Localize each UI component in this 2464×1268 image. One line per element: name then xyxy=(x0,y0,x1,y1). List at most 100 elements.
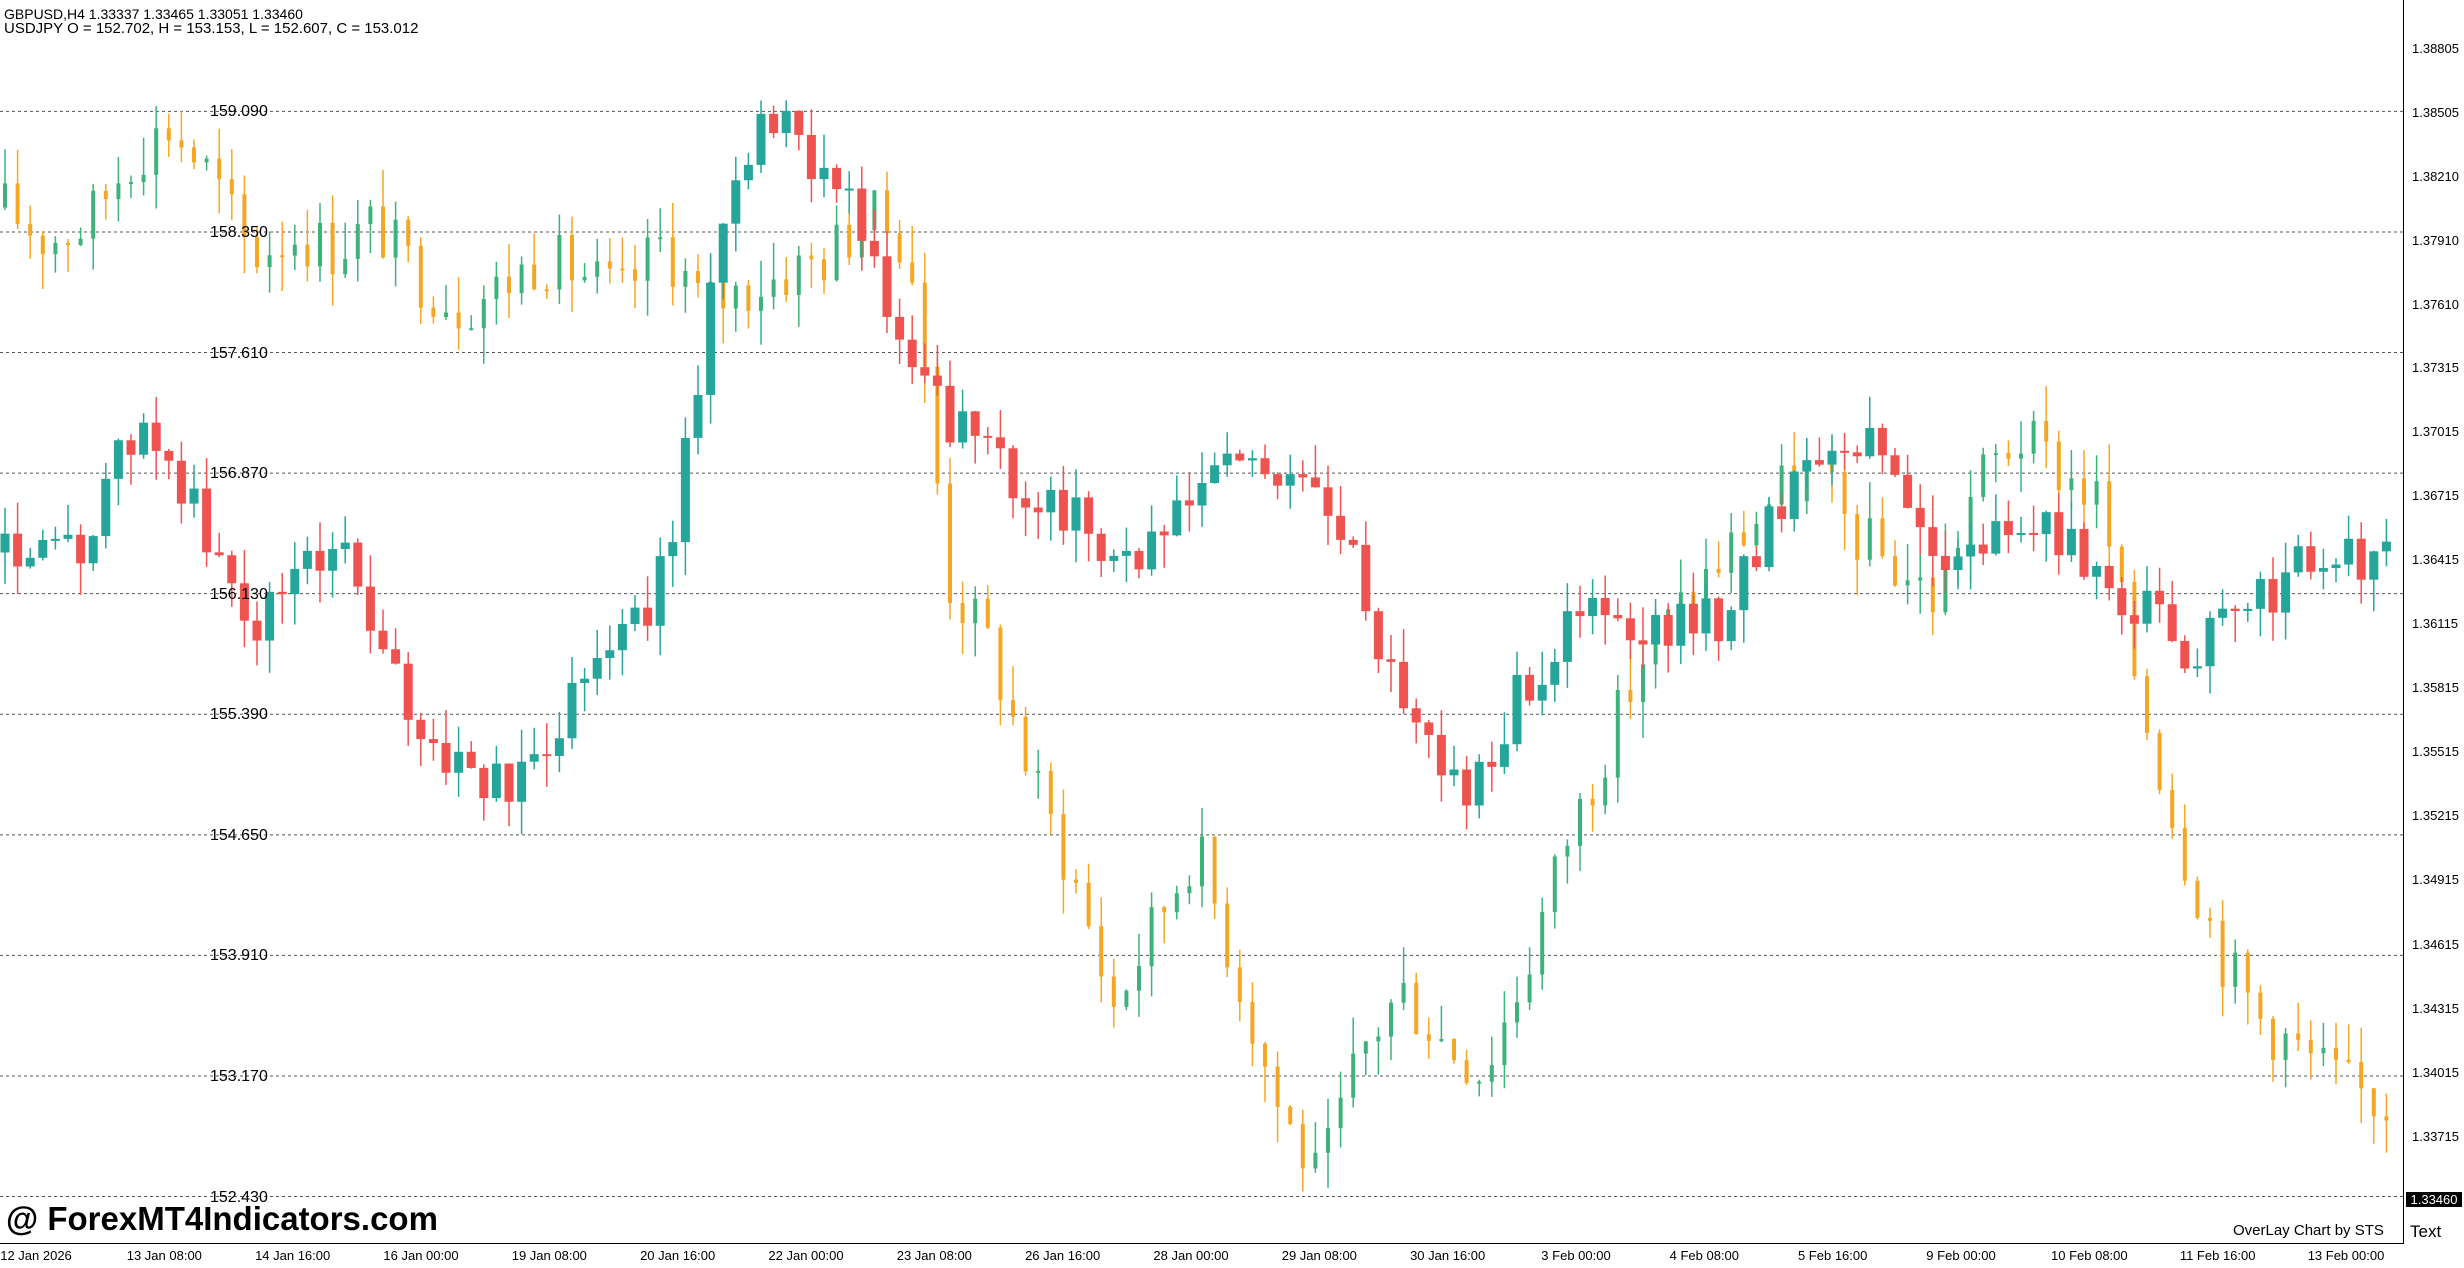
candle-body xyxy=(582,276,587,281)
candle-body xyxy=(1273,474,1283,486)
candle-body xyxy=(2170,789,2175,829)
candle-body xyxy=(2356,538,2366,580)
candle-body xyxy=(507,276,511,294)
candle-body xyxy=(481,298,486,329)
candle-body xyxy=(393,219,398,258)
candle-body xyxy=(680,437,690,543)
candle-body xyxy=(1162,907,1167,913)
chart-area[interactable] xyxy=(0,0,2404,1244)
candle-body xyxy=(1159,531,1169,536)
overlay-level-label: 157.610 xyxy=(210,344,268,362)
candle-body xyxy=(857,188,867,241)
candle-body xyxy=(756,113,766,165)
candle-body xyxy=(1275,1066,1280,1107)
candle-body xyxy=(2331,564,2341,569)
candle-body xyxy=(1487,761,1497,767)
candle-body xyxy=(1222,453,1232,466)
candle-body xyxy=(1764,506,1774,568)
candle-body xyxy=(995,437,1005,449)
candle-body xyxy=(154,128,159,175)
candle-body xyxy=(1411,708,1421,723)
candle-body xyxy=(391,649,401,664)
price-tick-label: 1.36415 xyxy=(2412,551,2459,567)
candle-body xyxy=(1298,474,1308,478)
candle-body xyxy=(1676,603,1686,646)
candle-body xyxy=(2233,952,2238,987)
candle-body xyxy=(781,110,791,134)
text-object[interactable]: Text xyxy=(2410,1222,2441,1242)
candle-body xyxy=(2019,453,2023,459)
overlay-ohlc-info: USDJPY O = 152.702, H = 153.153, L = 152… xyxy=(4,20,419,37)
candle-body xyxy=(1552,856,1557,913)
candle-body xyxy=(1751,556,1761,568)
time-tick-label: 12 Jan 2026 xyxy=(0,1248,72,1263)
price-tick-label: 1.35815 xyxy=(2412,680,2459,696)
candle-body xyxy=(2245,952,2250,993)
candle-body xyxy=(267,255,272,268)
candle-body xyxy=(1540,912,1545,975)
candle-body xyxy=(0,533,10,553)
candle-body xyxy=(1124,990,1129,1007)
usdjpy-overlay-candles xyxy=(3,106,2389,1192)
candle-body xyxy=(38,540,48,558)
candle-body xyxy=(1439,1039,1444,1042)
candle-body xyxy=(2359,1062,2364,1089)
candle-body xyxy=(948,483,952,604)
candle-body xyxy=(129,182,133,185)
candle-body xyxy=(2056,441,2061,491)
candle-body xyxy=(2155,590,2165,605)
candle-body xyxy=(2268,579,2278,613)
candle-body xyxy=(1348,539,1358,545)
candle-body xyxy=(1701,598,1711,634)
candle-body xyxy=(822,259,826,281)
candle-body xyxy=(1575,611,1585,617)
price-tick-label: 1.35215 xyxy=(2412,808,2459,824)
candle-body xyxy=(53,242,58,255)
candle-body xyxy=(910,262,915,283)
candle-body xyxy=(2142,590,2152,624)
candle-body xyxy=(1537,684,1547,701)
candle-body xyxy=(456,312,461,329)
candle-body xyxy=(592,658,602,679)
candle-body xyxy=(1855,514,1860,560)
candle-body xyxy=(1502,1022,1507,1066)
candle-body xyxy=(302,550,312,569)
candle-body xyxy=(50,538,60,541)
candle-body xyxy=(2006,453,2011,459)
candle-body xyxy=(1842,471,1847,515)
price-tick-label: 1.34015 xyxy=(2412,1064,2459,1080)
candle-body xyxy=(2079,528,2089,577)
candle-body xyxy=(469,328,474,331)
candle-body xyxy=(973,598,978,624)
candle-body xyxy=(2195,880,2200,918)
candle-body xyxy=(1285,474,1295,486)
candle-body xyxy=(1401,982,1406,1003)
price-tick-label: 1.37315 xyxy=(2412,359,2459,375)
candle-body xyxy=(1235,453,1245,461)
candle-body xyxy=(769,113,779,134)
candle-body xyxy=(2230,608,2240,611)
candle-body xyxy=(1237,967,1242,1002)
candle-body xyxy=(517,761,527,802)
candle-body xyxy=(1625,618,1635,641)
candle-body xyxy=(2321,1047,2326,1054)
candle-body xyxy=(101,478,111,537)
candle-body xyxy=(985,598,990,628)
candle-body xyxy=(796,255,801,295)
watermark: @ ForexMT4Indicators.com xyxy=(6,1200,438,1237)
candle-body xyxy=(479,767,489,799)
candle-body xyxy=(2208,917,2212,921)
candle-body xyxy=(643,607,653,626)
candle-body xyxy=(141,174,146,183)
candle-body xyxy=(40,235,45,255)
candle-body xyxy=(1363,1041,1368,1054)
candle-body xyxy=(542,754,552,757)
candle-body xyxy=(1688,603,1698,634)
price-tick-label: 1.34315 xyxy=(2412,1000,2459,1016)
candle-body xyxy=(668,542,678,557)
candle-body xyxy=(2182,828,2187,881)
candle-body xyxy=(1300,1123,1305,1169)
candle-body xyxy=(819,167,829,180)
candle-body xyxy=(1351,1053,1356,1098)
candle-body xyxy=(743,164,753,181)
